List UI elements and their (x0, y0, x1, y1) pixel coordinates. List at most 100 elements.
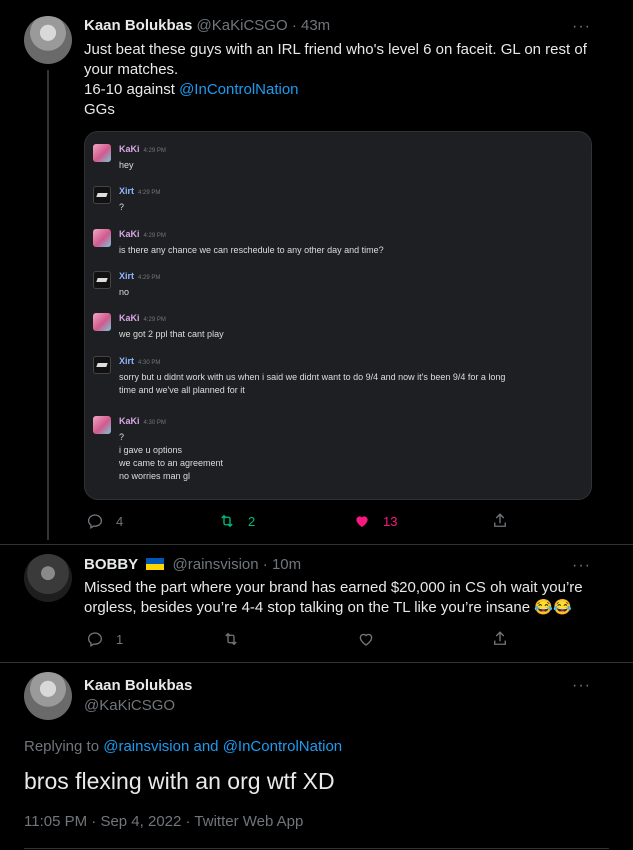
like-button[interactable]: 13 (353, 512, 397, 530)
chat-message: KaKi 4:30 PM ? i gave u options we came to a… (93, 416, 583, 486)
tweet1-text-line: 16-10 against @InControlNation (84, 80, 624, 100)
chat-body: we got 2 ppl that cant play (119, 328, 583, 341)
mention-rainsvision[interactable]: @rainsvision (103, 738, 189, 755)
chat-author-name: Xirt (119, 271, 135, 281)
chat-time: 4:29 PM (138, 190, 161, 196)
chat-message: Xirt 4:30 PM sorry but u didnt work with u… (93, 356, 583, 400)
chat-avatar (93, 271, 111, 289)
tweet3-more-button[interactable]: ··· (572, 677, 591, 695)
retweet-icon (225, 632, 237, 646)
tweet3-source[interactable]: Twitter Web App (194, 813, 303, 830)
tweet3-date[interactable]: Sep 4, 2022 (100, 813, 181, 830)
replying-prefix: Replying to (24, 738, 104, 755)
reply-button[interactable]: 1 (86, 630, 123, 648)
chat-time: 4:29 PM (143, 233, 166, 239)
chat-author: Xirt 4:30 PM (119, 356, 160, 366)
tweet1-sep: · (291, 17, 297, 34)
chat-line: ? (119, 432, 125, 442)
chat-avatar (93, 186, 111, 204)
tweet2-handle[interactable]: @rainsvision (173, 556, 259, 573)
chat-line: hey (119, 160, 134, 170)
avatar-kaan[interactable] (24, 16, 72, 64)
reply-count: 4 (116, 513, 124, 529)
tweet3-time[interactable]: 11:05 PM (24, 813, 87, 830)
reply-icon (87, 632, 103, 647)
chat-avatar (93, 356, 111, 374)
tweet1-time[interactable]: 43m (301, 17, 330, 34)
chat-body: hey (119, 159, 583, 172)
tweet2-text-line: Missed the part where your brand has ear… (84, 579, 583, 596)
retweet-count: 2 (248, 513, 256, 529)
tweet2-more-button[interactable]: ··· (572, 557, 591, 575)
tweet1-text-prefix: 16-10 against (84, 81, 180, 98)
meta-sep: · (181, 813, 195, 830)
tweet3-handle[interactable]: @KaKiCSGO (84, 697, 175, 714)
chat-body: sorry but u didnt work with us when i sa… (119, 371, 583, 397)
meta-sep: · (87, 813, 101, 830)
chat-avatar (93, 313, 111, 331)
retweet-button[interactable] (222, 630, 240, 648)
chat-author: Xirt 4:29 PM (119, 271, 160, 281)
chat-author: KaKi 4:29 PM (119, 313, 166, 323)
tweet1-header: Kaan Bolukbas @KaKiCSGO · 43m (84, 17, 330, 34)
chat-line: time and we've all planned for it (119, 385, 245, 395)
attached-image[interactable]: KaKi 4:29 PM hey Xirt 4:29 PM? KaKi 4:29 PM is … (84, 131, 592, 500)
tweet3-text: bros flexing with an org wtf XD (24, 768, 335, 794)
tweet2-text: Missed the part where your brand has ear… (84, 578, 624, 618)
tweet1-more-button[interactable]: ··· (572, 18, 591, 36)
chat-author: KaKi 4:29 PM (119, 229, 166, 239)
chat-body: ? (119, 201, 583, 214)
tweet2-text-line: orgless, besides you’re 4-4 stop talking… (84, 598, 624, 618)
chat-time: 4:29 PM (138, 275, 161, 281)
divider (0, 544, 633, 545)
chat-time: 4:30 PM (138, 360, 161, 366)
replying-to: Replying to @rainsvision and @InControlN… (24, 738, 342, 755)
tweet1-text: Just beat these guys with an IRL friend … (84, 40, 624, 120)
reply-icon (87, 514, 103, 529)
tweet2-sep: · (262, 556, 268, 573)
chat-line: no (119, 287, 130, 297)
tweet2-name[interactable]: BOBBY (84, 556, 138, 573)
avatar-bobby[interactable] (24, 554, 72, 602)
chat-author: KaKi 4:30 PM (119, 416, 166, 426)
share-button[interactable] (491, 630, 509, 648)
like-button[interactable] (357, 630, 375, 648)
chat-line: we came to an agreement (119, 458, 224, 468)
chat-time: 4:29 PM (143, 148, 166, 154)
divider (24, 848, 609, 849)
chat-line: is there any chance we can reschedule to… (119, 245, 384, 255)
chat-line: sorry but u didnt work with us when i sa… (119, 372, 506, 382)
chat-author-name: KaKi (119, 229, 140, 239)
mention-incontrolnation[interactable]: @InControlNation (179, 81, 298, 98)
share-icon (494, 513, 506, 527)
retweet-button[interactable]: 2 (218, 512, 255, 530)
reply-count: 1 (116, 631, 124, 647)
mention-incontrolnation[interactable]: @InControlNation (223, 738, 342, 755)
share-button[interactable] (491, 512, 509, 530)
tweet1-handle[interactable]: @KaKiCSGO (197, 17, 288, 34)
tweet2-time[interactable]: 10m (272, 556, 301, 573)
laughing-emoji: 😂😂 (534, 599, 572, 616)
tweet1-text-line: Just beat these guys with an IRL friend … (84, 41, 587, 58)
chat-log: KaKi 4:29 PM hey Xirt 4:29 PM? KaKi 4:29 PM is … (85, 132, 591, 499)
heart-icon (359, 633, 373, 646)
reply-button[interactable]: 4 (86, 512, 123, 530)
chat-time: 4:29 PM (143, 317, 166, 323)
chat-body: ? i gave u options we came to an agreement… (119, 431, 583, 483)
avatar-kaan[interactable] (24, 672, 72, 720)
chat-author-name: KaKi (119, 313, 140, 323)
chat-author-name: KaKi (119, 416, 140, 426)
tweet2-text-line2: orgless, besides you’re 4-4 stop talking… (84, 599, 531, 616)
chat-message: KaKi 4:29 PM is there any chance we can re… (93, 229, 583, 260)
tweet2-header: BOBBY @rainsvision · 10m (84, 556, 301, 573)
chat-author: KaKi 4:29 PM (119, 144, 166, 154)
chat-message: KaKi 4:29 PM we got 2 ppl that cant play (93, 313, 583, 344)
chat-avatar (93, 416, 111, 434)
tweet1-text-line: GGs (84, 101, 115, 118)
chat-message: Xirt 4:29 PM no (93, 271, 583, 302)
tweet3-meta: 11:05 PM · Sep 4, 2022 · Twitter Web App (24, 813, 303, 830)
tweet1-name[interactable]: Kaan Bolukbas (84, 17, 192, 34)
replying-and: and (189, 738, 223, 755)
tweet3-name[interactable]: Kaan Bolukbas (84, 677, 192, 694)
tweet1-text-line: your matches. (84, 61, 179, 78)
